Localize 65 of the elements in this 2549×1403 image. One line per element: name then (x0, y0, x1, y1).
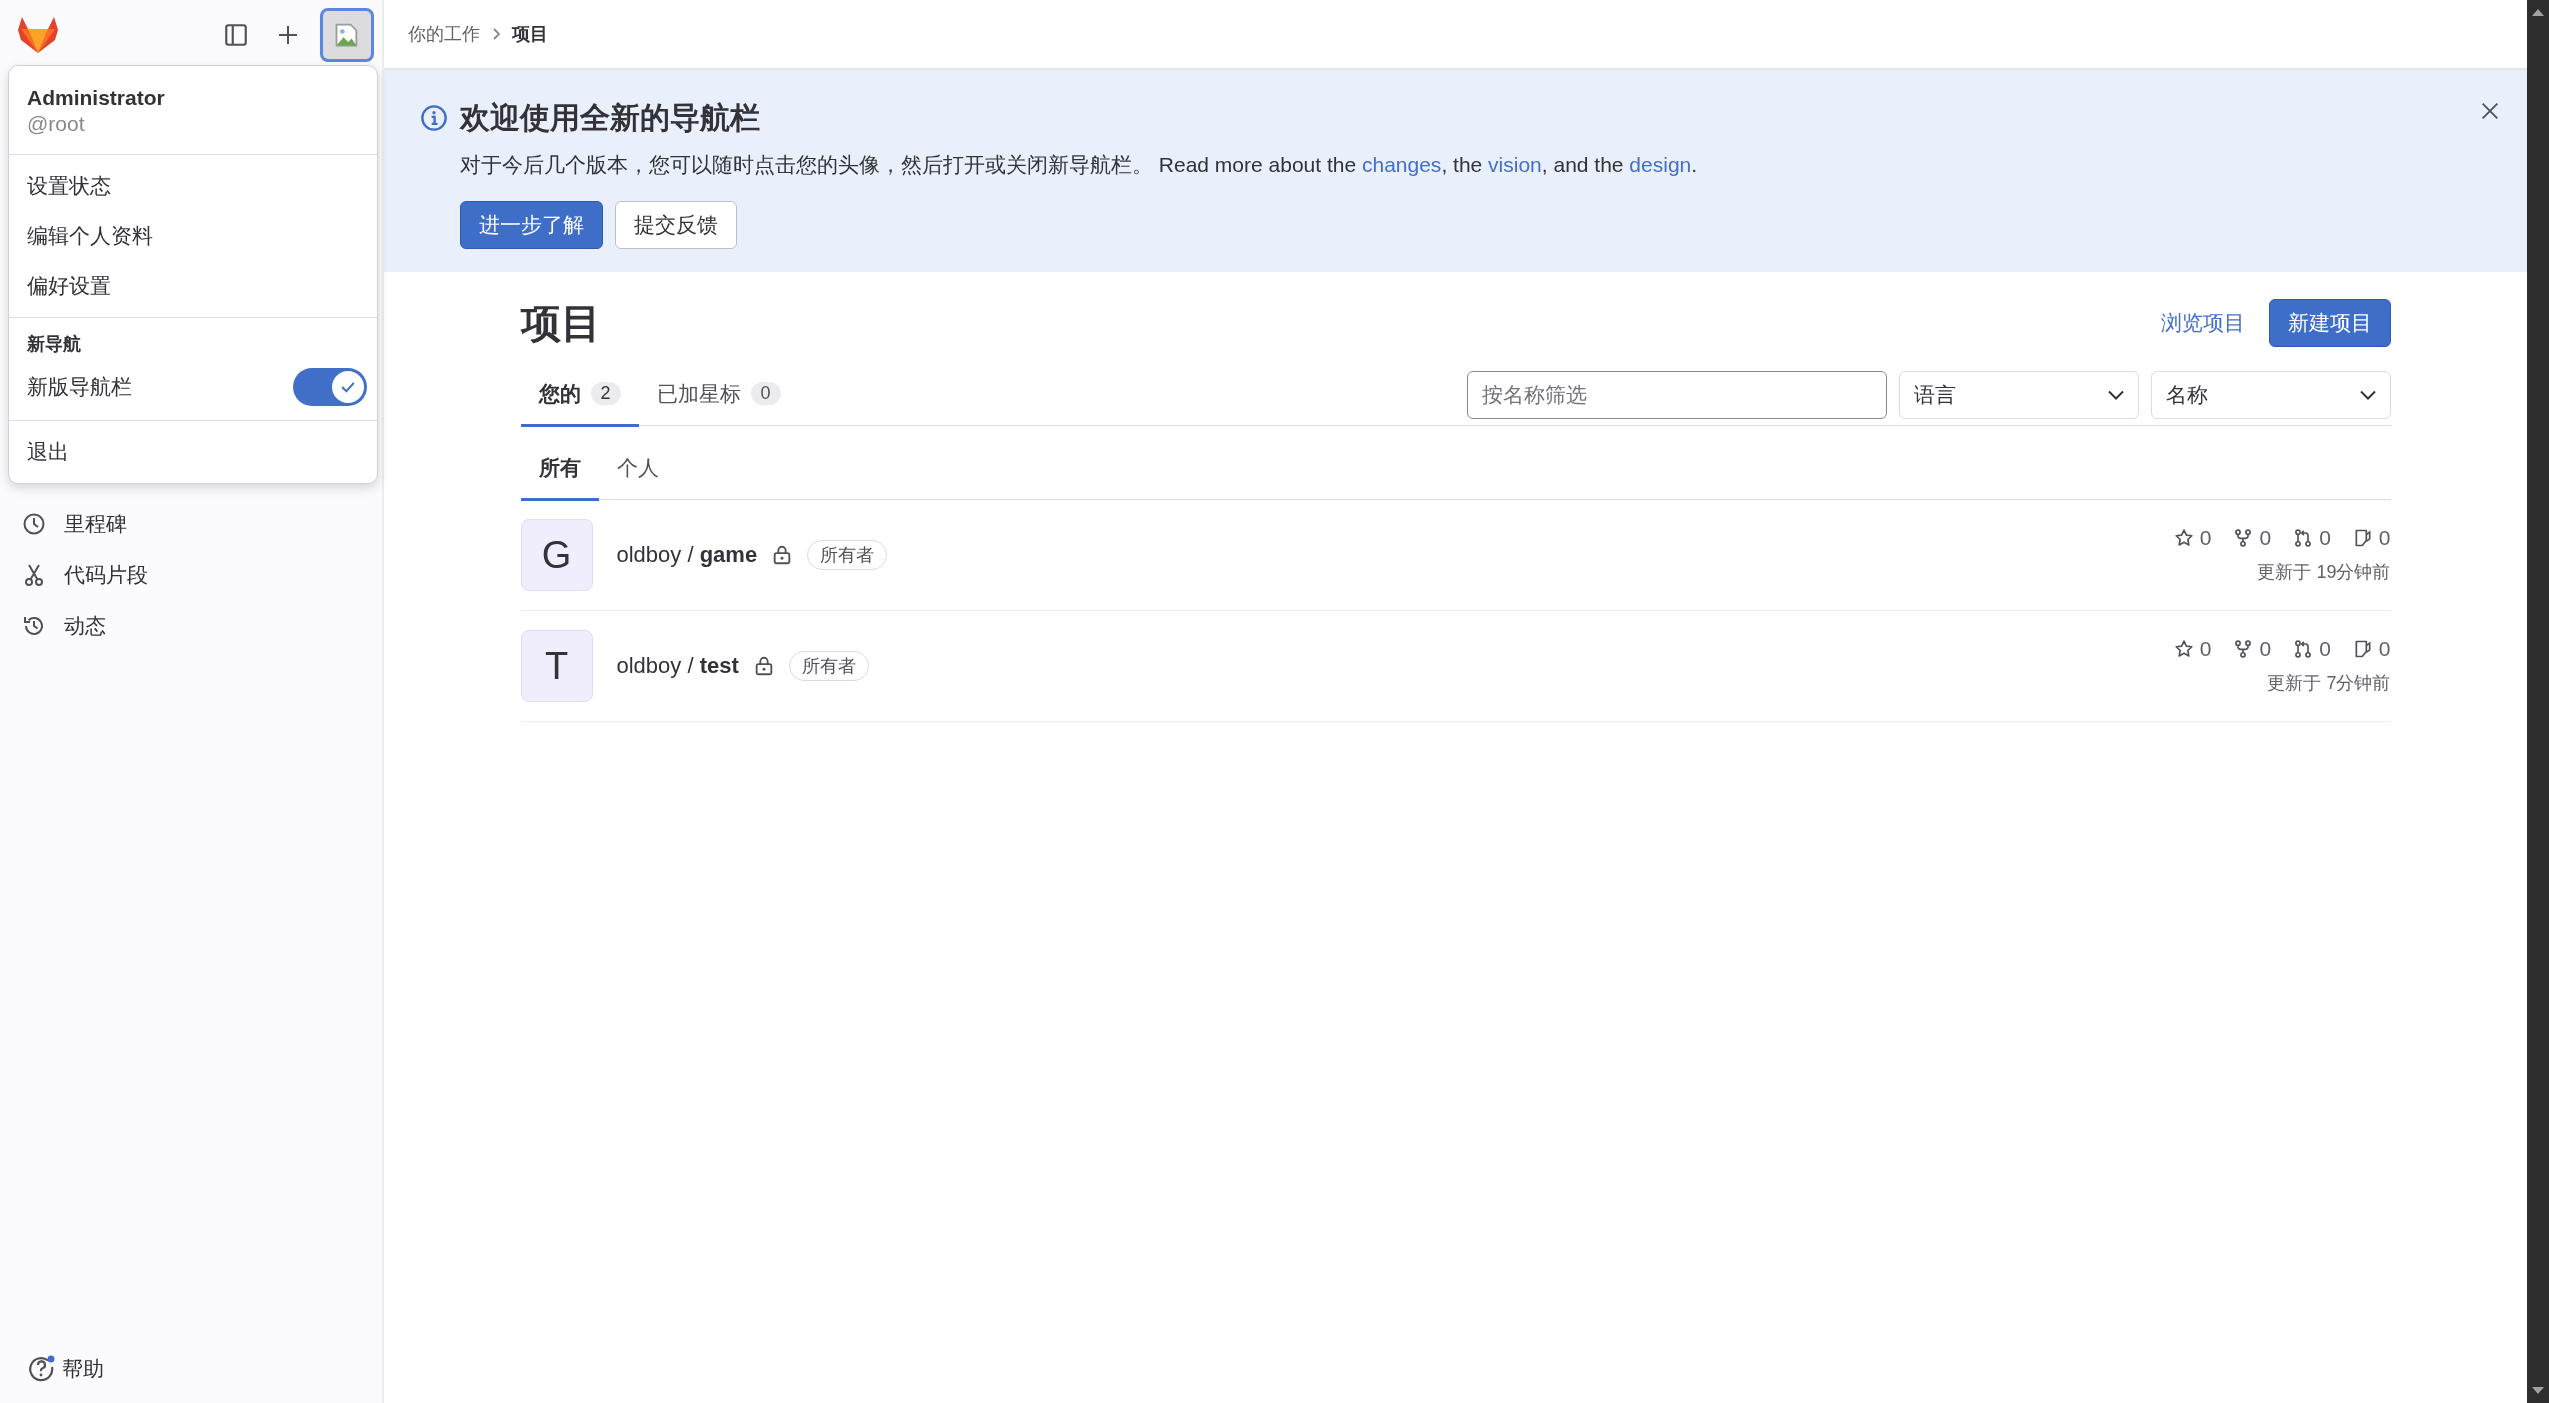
count-badge: 2 (590, 382, 621, 406)
star-icon (2173, 639, 2194, 659)
help-button[interactable]: 帮助 (28, 1355, 104, 1383)
learn-more-button[interactable]: 进一步了解 (460, 201, 603, 249)
tab[interactable]: 所有 (520, 438, 599, 501)
issue-count: 0 (2378, 526, 2391, 550)
page-title: 项目 (520, 299, 602, 347)
toggle-label: 新版导航栏 (27, 374, 132, 400)
project-avatar: T (520, 630, 593, 702)
text-link[interactable]: changes (1361, 153, 1442, 176)
text-link[interactable]: vision (1488, 153, 1542, 176)
tab[interactable]: 个人 (598, 438, 677, 501)
sidebar-item[interactable]: 动态 (0, 600, 382, 651)
project-link[interactable]: oldboy / game (616, 542, 758, 568)
fork-icon (2233, 639, 2254, 659)
star-count: 0 (2199, 637, 2212, 661)
merge-request-icon (2293, 528, 2314, 548)
tab[interactable]: 您的 2 (520, 364, 639, 427)
fork-count: 0 (2259, 526, 2272, 550)
chevron-right-icon (490, 27, 502, 41)
dropdown[interactable]: 名称 (2150, 370, 2391, 419)
dropdown[interactable]: 语言 (1898, 370, 2139, 419)
updated-time: 更新于 7分钟前 (2267, 672, 2391, 695)
text-link[interactable]: design (1629, 153, 1692, 176)
panel-icon (223, 22, 249, 48)
new-project-button[interactable]: 新建项目 (2268, 299, 2391, 347)
tab[interactable]: 已加星标 0 (638, 364, 799, 427)
section-title: 新导航 (26, 333, 82, 356)
info-icon (420, 104, 448, 132)
filter-input[interactable]: 按名称筛选 (1466, 370, 1887, 419)
fork-icon (2233, 528, 2254, 548)
sign-out-item[interactable]: 退出 (9, 427, 377, 477)
updated-time: 更新于 19分钟前 (2257, 561, 2391, 584)
menu-item[interactable]: 偏好设置 (9, 261, 377, 311)
breadcrumb-link[interactable]: 你的工作 (408, 22, 480, 46)
project-link[interactable]: oldboy / test (616, 653, 739, 679)
merge-request-icon (2293, 639, 2314, 659)
chevron-down-icon (2359, 389, 2376, 400)
clock-icon (22, 511, 46, 536)
scissors-icon (22, 562, 46, 587)
user-avatar-button[interactable] (320, 8, 374, 62)
project-avatar: G (520, 519, 593, 591)
merge-request-count: 0 (2319, 637, 2331, 661)
breadcrumb-link[interactable]: 项目 (512, 22, 548, 46)
sidebar-item[interactable]: 代码片段 (0, 549, 382, 600)
user-handle: @root (27, 112, 86, 136)
merge-request-count: 0 (2319, 526, 2331, 550)
gitlab-logo-icon (18, 16, 58, 54)
feedback-button[interactable]: 提交反馈 (615, 201, 737, 249)
close-icon (2479, 100, 2501, 122)
issue-count: 0 (2378, 637, 2391, 661)
count-badge: 0 (750, 382, 781, 406)
plus-icon (276, 23, 300, 47)
menu-item[interactable]: 设置状态 (9, 161, 377, 211)
fork-count: 0 (2259, 637, 2272, 661)
star-icon (2173, 528, 2194, 548)
banner-text: 对于今后几个版本，您可以随时点击您的头像，然后打开或关闭新导航栏。 Read more about the changes, the vision, and the design. (460, 152, 1698, 178)
banner-title: 欢迎使用全新的导航栏 (460, 100, 761, 136)
explore-projects-link[interactable]: 浏览项目 (2160, 309, 2245, 337)
toggle-switch[interactable] (293, 368, 367, 406)
user-name: Administrator (27, 86, 166, 110)
star-count: 0 (2199, 526, 2212, 550)
chevron-down-icon (2107, 389, 2124, 400)
menu-item[interactable]: 编辑个人资料 (9, 211, 377, 261)
sidebar-item[interactable]: 里程碑 (0, 498, 382, 549)
